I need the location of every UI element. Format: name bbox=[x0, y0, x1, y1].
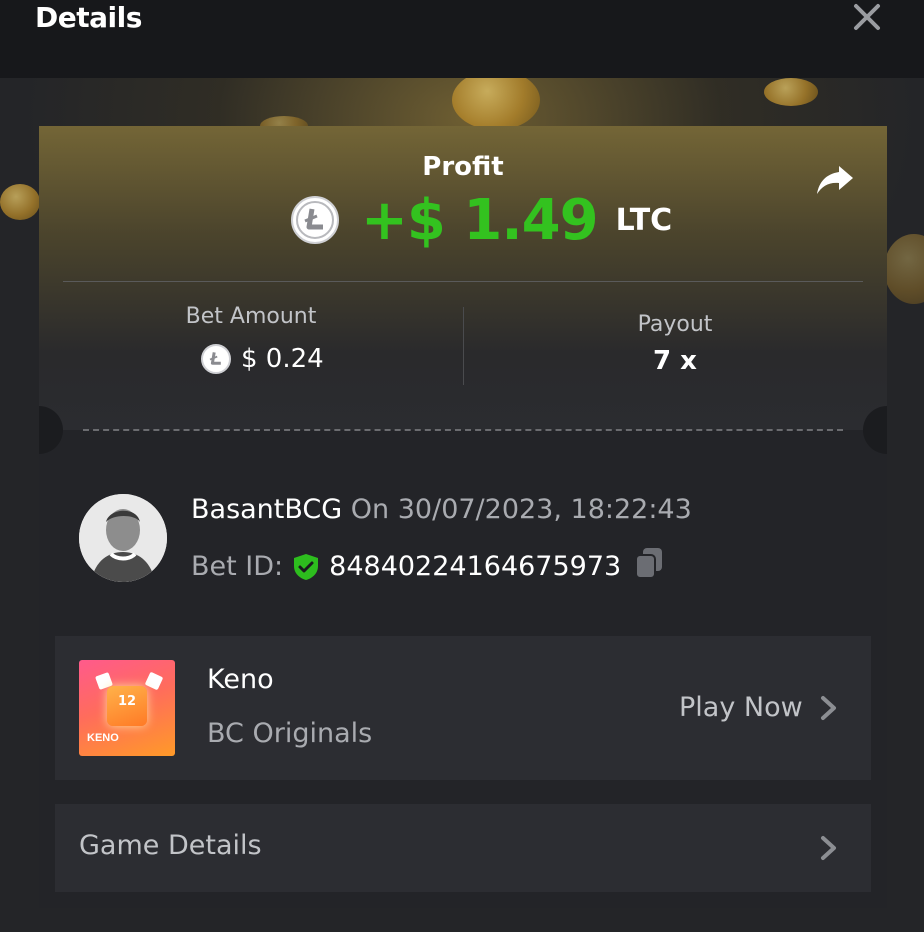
bet-details-card: Profit +$ 1.49 LTC Bet Amount $ 0.24 Pay… bbox=[39, 126, 887, 908]
username[interactable]: BasantBCG bbox=[191, 494, 342, 525]
profit-value: +$ 1.49 bbox=[361, 187, 599, 253]
copy-icon bbox=[635, 548, 663, 579]
top-bar: Details bbox=[0, 0, 924, 78]
bet-timestamp: On 30/07/2023, 18:22:43 bbox=[350, 494, 692, 525]
chevron-right-icon bbox=[821, 696, 836, 720]
litecoin-icon bbox=[291, 196, 339, 244]
avatar bbox=[79, 494, 167, 582]
payout-value: 7 x bbox=[653, 346, 697, 376]
profit-row: +$ 1.49 LTC bbox=[291, 187, 673, 253]
bet-amount-label: Bet Amount bbox=[185, 304, 317, 329]
divider bbox=[63, 281, 863, 282]
profit-currency: LTC bbox=[615, 202, 673, 238]
profit-label: Profit bbox=[422, 152, 504, 182]
coin-decoration bbox=[0, 184, 40, 220]
close-button[interactable] bbox=[848, 0, 886, 36]
game-link-panel[interactable]: 12 KENO Keno BC Originals Play Now bbox=[55, 636, 871, 780]
coin-decoration bbox=[884, 234, 924, 304]
game-details-label: Game Details bbox=[79, 830, 262, 861]
litecoin-icon bbox=[201, 344, 231, 374]
coin-decoration bbox=[452, 78, 540, 130]
page-title: Details bbox=[35, 1, 142, 34]
play-now-button[interactable]: Play Now bbox=[679, 692, 803, 723]
payout-label: Payout bbox=[637, 312, 713, 337]
coin-decoration bbox=[764, 78, 818, 106]
dice-decoration bbox=[144, 671, 164, 691]
chevron-right-icon bbox=[821, 836, 836, 860]
game-details-row[interactable]: Game Details bbox=[55, 804, 871, 892]
share-button[interactable] bbox=[813, 160, 857, 200]
bet-id-label: Bet ID: bbox=[191, 551, 284, 582]
shield-check-icon bbox=[294, 553, 319, 580]
game-thumbnail: 12 KENO bbox=[79, 660, 175, 756]
bet-amount-value: $ 0.24 bbox=[241, 344, 324, 374]
game-provider: BC Originals bbox=[207, 718, 373, 749]
bet-id-row: Bet ID: 84840224164675973 bbox=[191, 546, 665, 587]
bet-id-value: 84840224164675973 bbox=[329, 551, 622, 582]
bet-user-info: BasantBCG On 30/07/2023, 18:22:43 bbox=[191, 494, 692, 525]
game-name: Keno bbox=[207, 664, 274, 695]
share-icon bbox=[817, 166, 853, 194]
close-icon bbox=[854, 4, 880, 30]
dashed-separator bbox=[83, 429, 843, 431]
bet-amount-row: $ 0.24 bbox=[201, 344, 324, 374]
game-thumb-label: KENO bbox=[87, 732, 119, 744]
keno-tile-number: 12 bbox=[117, 694, 137, 709]
copy-button[interactable] bbox=[633, 546, 665, 587]
